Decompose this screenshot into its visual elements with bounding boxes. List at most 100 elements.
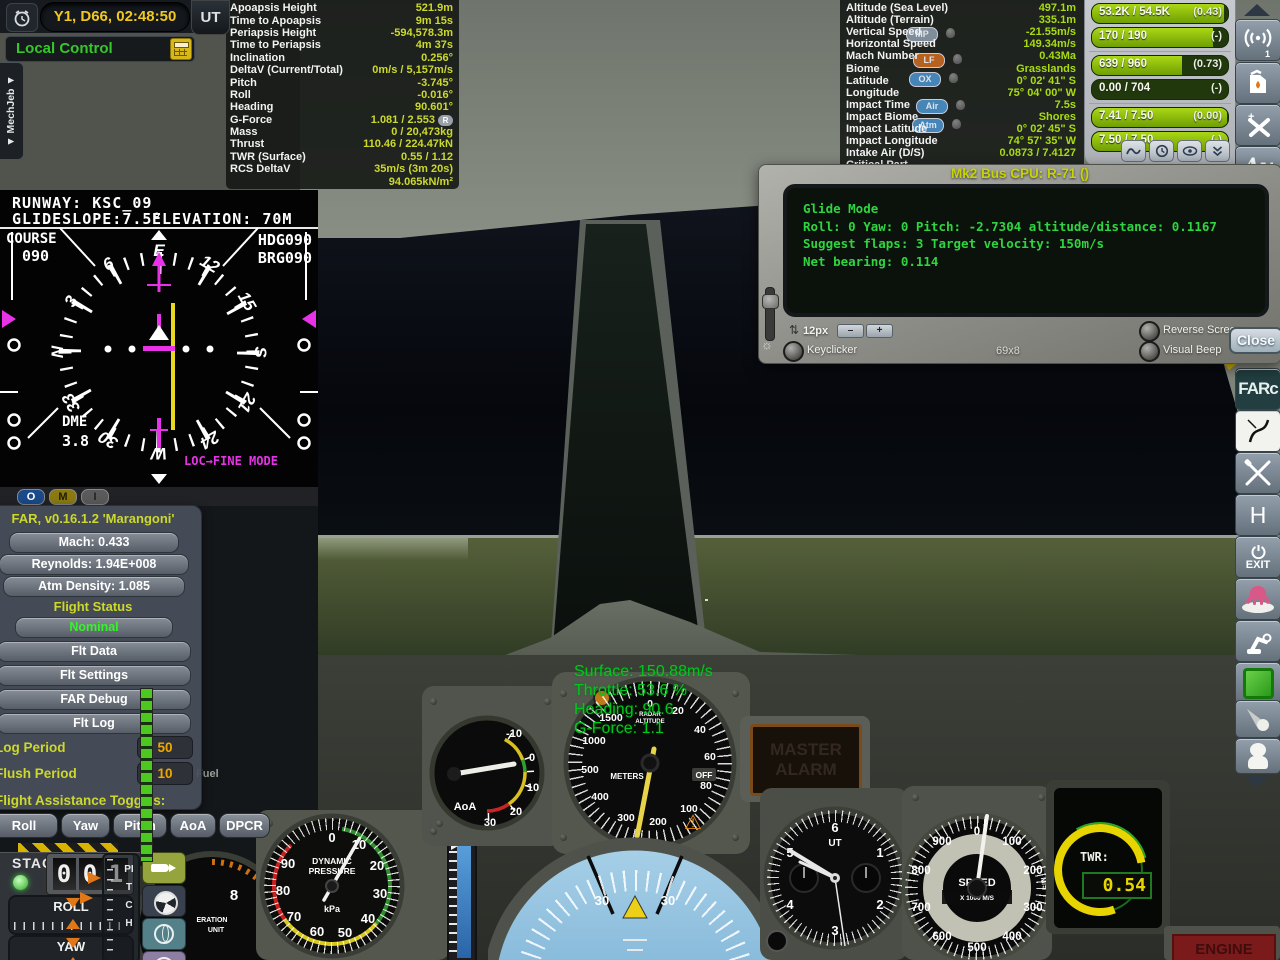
- far-flt-data-button[interactable]: Flt Data: [0, 641, 191, 662]
- data-label: Impact Longitude: [846, 135, 938, 147]
- clock-icon: [1155, 144, 1169, 158]
- engine-button[interactable]: ENGINE: [1164, 926, 1280, 960]
- far-flush-period-label: Flush Period: [0, 766, 77, 781]
- toolbar-kerbal-button[interactable]: [1235, 738, 1280, 774]
- data-value: 149.34m/s: [1023, 38, 1076, 50]
- svg-text:AoA: AoA: [454, 801, 477, 813]
- pitch-marker: [88, 872, 101, 884]
- dynamic-pressure-ticks: [264, 818, 400, 954]
- data-label: Periapsis Height: [230, 27, 316, 39]
- toolbar-crossed-tools-button[interactable]: [1235, 452, 1280, 494]
- keyclicker-toggle[interactable]: [783, 341, 804, 362]
- toolbar-kraken-button[interactable]: [1235, 578, 1280, 620]
- kos-brightness-slider[interactable]: [765, 287, 775, 341]
- reverse-screen-toggle[interactable]: [1139, 321, 1160, 342]
- gforce-badge: R: [438, 115, 453, 126]
- pitch-gauge: PITCH: [102, 853, 140, 960]
- toolbar-parts-button[interactable]: [1235, 662, 1280, 704]
- ksp-cockpit-screen: 8 ERATION UNIT 0 10 20 30 40 50 60 70 80…: [0, 0, 1280, 960]
- toolbar-hangar-button[interactable]: H: [1235, 494, 1280, 536]
- font-plus-button[interactable]: +: [866, 324, 893, 338]
- font-minus-button[interactable]: –: [837, 324, 864, 338]
- toolbar-scroll-down[interactable]: [1244, 775, 1270, 787]
- svg-text:10: 10: [527, 782, 539, 794]
- data-label: Longitude: [846, 87, 899, 99]
- stage-view-buttons: [142, 852, 186, 960]
- data-label: TWR (Surface): [230, 151, 306, 163]
- gauge-view-button[interactable]: [142, 951, 186, 960]
- far-reynolds: Reynolds: 1.94E+008: [0, 554, 189, 575]
- hud-readout: Surface: 150.88m/s Throttle: 53.6 % Head…: [574, 662, 713, 738]
- crossed-tools-icon: [1243, 458, 1273, 488]
- far-toggle-aoa[interactable]: AoA: [170, 813, 216, 838]
- resource-bar-electric: 53.2K / 54.5K(0.43): [1091, 3, 1229, 24]
- toolbar-exit-button[interactable]: EXIT: [1235, 536, 1280, 578]
- toolbar-robotics-button[interactable]: [1235, 620, 1280, 662]
- h-icon: H: [1250, 502, 1267, 529]
- kos-screen[interactable]: Glide Mode Roll: 0 Yaw: 0 Pitch: -2.7304…: [783, 184, 1269, 317]
- resource-bar-intakeair: 7.41 / 7.50(0.00): [1091, 107, 1229, 128]
- toolbar-airfoil-button[interactable]: [1235, 410, 1280, 452]
- svg-text:-10: -10: [506, 728, 522, 740]
- data-value: -21.55m/s: [1026, 26, 1076, 38]
- far-toggle-yaw[interactable]: Yaw: [61, 813, 110, 838]
- marker-middle[interactable]: M: [49, 489, 77, 505]
- data-label: Impact Biome: [846, 111, 918, 123]
- data-value: 335.1m: [1039, 14, 1076, 26]
- clock-ticks: [767, 810, 903, 946]
- resource-collapse-button[interactable]: [1205, 140, 1230, 162]
- resource-bar-liquidfuel: 639 / 960(0.73): [1091, 55, 1229, 76]
- visual-beep-toggle[interactable]: [1139, 341, 1160, 362]
- resource-timer-button[interactable]: [1149, 140, 1174, 162]
- data-value: 0.0873 / 7.4127: [1000, 147, 1076, 159]
- hsi-marker-strip: O M I: [0, 487, 318, 506]
- resource-visibility-button[interactable]: [1177, 140, 1202, 162]
- map-view-button[interactable]: [142, 918, 186, 950]
- far-flt-log-button[interactable]: Flt Log: [0, 713, 191, 734]
- data-value: 1.081 / 2.553R: [371, 114, 453, 126]
- kos-font-size: 12px: [803, 325, 828, 337]
- resource-bar-monoprop: 170 / 190(-): [1091, 27, 1229, 48]
- data-value: -594,578.3m: [391, 27, 453, 39]
- far-debug-button[interactable]: FAR Debug: [0, 689, 191, 710]
- data-label: Roll: [230, 89, 251, 101]
- far-window: FAR, v0.16.1.2 'Marangoni' Mach: 0.433 R…: [0, 505, 202, 810]
- data-value: 521.9m: [416, 2, 453, 14]
- kos-close-button[interactable]: Close: [1229, 327, 1280, 354]
- toolbar-fuel-button[interactable]: [1235, 62, 1280, 104]
- calculator-icon[interactable]: [170, 38, 192, 60]
- toolbar-comet-button[interactable]: [1235, 700, 1280, 738]
- mechjeb-tab[interactable]: ▼ MechJeb ▼: [0, 62, 24, 160]
- alarm-clock-button[interactable]: [6, 3, 38, 32]
- data-value: 90.601°: [415, 101, 453, 113]
- docking-mode-button[interactable]: [142, 885, 186, 917]
- data-label: Mach Number: [846, 50, 919, 62]
- data-value: Shores: [1039, 111, 1076, 123]
- ut-toggle-button[interactable]: UT: [191, 0, 230, 35]
- far-log-period-label: Log Period: [0, 740, 66, 755]
- data-value: 0° 02' 41" S: [1017, 75, 1076, 87]
- data-label: Heading: [230, 101, 273, 113]
- far-flt-settings-button[interactable]: Flt Settings: [0, 665, 191, 686]
- toolbar-farc-button[interactable]: FARc: [1235, 368, 1280, 410]
- data-value: -0.016°: [417, 89, 453, 101]
- met-display[interactable]: Y1, D66, 02:48:50: [40, 2, 190, 32]
- far-toggle-dpcr[interactable]: DPCR: [219, 813, 270, 838]
- graph-icon: [1126, 145, 1141, 157]
- toolbar-scroll-up[interactable]: [1244, 4, 1270, 16]
- resource-panel: 53.2K / 54.5K(0.43) 170 / 190(-) 639 / 9…: [1084, 0, 1236, 167]
- mechjeb-surface-window: MP LF OX Air Atm Altitude (Sea Level)497…: [840, 0, 1084, 174]
- toolbar-comms-button[interactable]: 1: [1235, 19, 1280, 61]
- marker-outer[interactable]: O: [17, 489, 45, 505]
- svg-text:N: N: [48, 345, 67, 358]
- svg-text:15: 15: [234, 288, 260, 314]
- far-toggle-roll[interactable]: Roll: [0, 813, 58, 838]
- kos-terminal-window[interactable]: Mk2 Bus CPU: R-71 () Glide Mode Roll: 0 …: [758, 164, 1280, 364]
- marker-inner[interactable]: I: [81, 489, 109, 505]
- brightness-icon: ☼: [761, 337, 773, 352]
- visual-beep-label: Visual Beep: [1163, 344, 1222, 356]
- resource-graph-button[interactable]: [1121, 140, 1146, 162]
- hud-heading: Heading: 90.6: [574, 700, 713, 719]
- toolbar-construction-button[interactable]: +: [1235, 104, 1280, 146]
- speed-ticks: [905, 816, 1049, 960]
